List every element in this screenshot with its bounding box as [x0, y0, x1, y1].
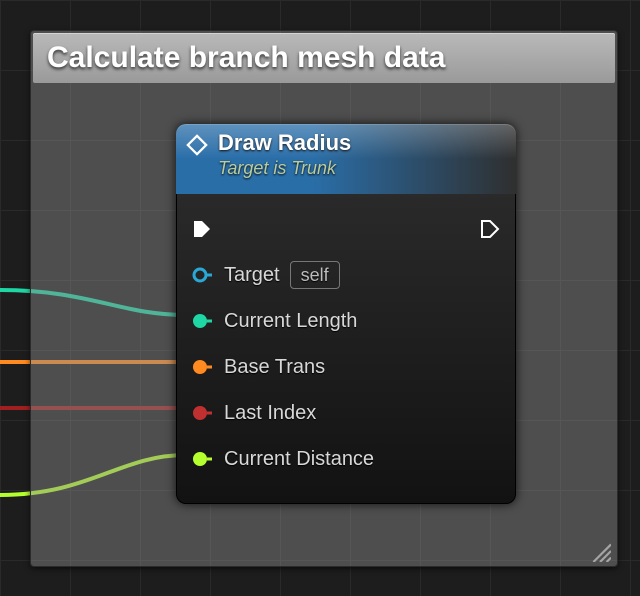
pin-label-current-distance: Current Distance: [224, 448, 374, 471]
node-body: Target self Current Length Base Trans La…: [176, 194, 516, 482]
function-icon: [186, 134, 208, 156]
pin-row-current-distance: Current Distance: [192, 436, 500, 482]
comment-title: Calculate branch mesh data: [33, 33, 615, 83]
exec-row: [192, 206, 500, 252]
pin-last-index[interactable]: [192, 403, 212, 423]
node-title: Draw Radius: [218, 130, 504, 156]
resize-grip-icon[interactable]: [589, 540, 611, 562]
pin-row-target: Target self: [192, 252, 500, 298]
pin-current-length[interactable]: [192, 311, 212, 331]
pin-target[interactable]: [192, 265, 212, 285]
pin-label-target: Target: [224, 264, 280, 287]
exec-out-pin[interactable]: [480, 219, 500, 239]
pin-current-distance[interactable]: [192, 449, 212, 469]
pin-row-current-length: Current Length: [192, 298, 500, 344]
self-box[interactable]: self: [290, 261, 340, 289]
pin-base-trans[interactable]: [192, 357, 212, 377]
pin-label-base-trans: Base Trans: [224, 356, 325, 379]
comment-header[interactable]: Calculate branch mesh data: [33, 33, 615, 83]
node-draw-radius[interactable]: Draw Radius Target is Trunk Target self: [176, 124, 516, 504]
node-header[interactable]: Draw Radius Target is Trunk: [176, 124, 516, 194]
pin-label-current-length: Current Length: [224, 310, 357, 333]
node-subtitle: Target is Trunk: [218, 158, 504, 179]
exec-in-pin[interactable]: [192, 219, 212, 239]
pin-row-base-trans: Base Trans: [192, 344, 500, 390]
pin-label-last-index: Last Index: [224, 402, 316, 425]
pin-row-last-index: Last Index: [192, 390, 500, 436]
